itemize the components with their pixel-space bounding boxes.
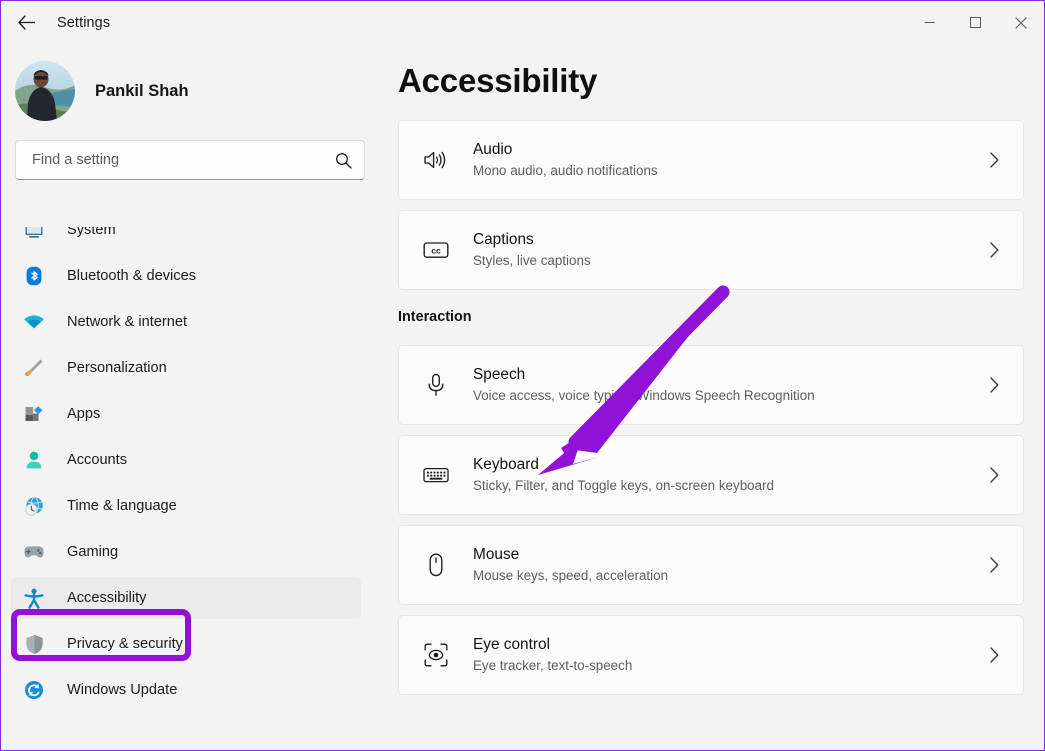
- sidebar-item-time-language[interactable]: Time & language: [11, 485, 361, 527]
- system-icon: [23, 227, 45, 241]
- bluetooth-icon: [23, 265, 45, 287]
- speaker-volume-icon: [419, 143, 453, 177]
- card-title: Eye control: [473, 636, 550, 654]
- sidebar-item-apps[interactable]: Apps: [11, 393, 361, 435]
- card-text: Eye control Eye tracker, text-to-speech: [473, 635, 988, 675]
- back-button[interactable]: [9, 7, 43, 39]
- maximize-icon: [969, 17, 981, 28]
- settings-card-mouse[interactable]: Mouse Mouse keys, speed, acceleration: [398, 525, 1024, 605]
- sidebar-item-network-internet[interactable]: Network & internet: [11, 301, 361, 343]
- chevron-right-icon[interactable]: [988, 150, 1001, 170]
- account-icon: [23, 449, 45, 471]
- card-text: Audio Mono audio, audio notifications: [473, 140, 988, 180]
- search-icon: [335, 152, 352, 169]
- gamepad-icon: [23, 541, 45, 563]
- svg-text:cc: cc: [431, 245, 441, 255]
- close-icon: [1015, 16, 1027, 29]
- sidebar-item-label: Privacy & security: [67, 636, 183, 652]
- card-title: Speech: [473, 366, 526, 384]
- sidebar-item-system[interactable]: System: [11, 227, 361, 251]
- card-subtitle: Sticky, Filter, and Toggle keys, on-scre…: [473, 477, 774, 493]
- card-title: Audio: [473, 141, 513, 159]
- settings-card-keyboard[interactable]: Keyboard Sticky, Filter, and Toggle keys…: [398, 435, 1024, 515]
- search-input[interactable]: [32, 152, 335, 168]
- sidebar-item-accounts[interactable]: Accounts: [11, 439, 361, 481]
- settings-card-list: Audio Mono audio, audio notifications cc: [398, 120, 1024, 290]
- card-text: Mouse Mouse keys, speed, acceleration: [473, 545, 988, 585]
- user-avatar-photo: [15, 61, 75, 121]
- sidebar-item-accessibility[interactable]: Accessibility: [11, 577, 361, 619]
- apps-icon: [23, 403, 45, 425]
- sidebar-item-windows-update[interactable]: Windows Update: [11, 669, 361, 711]
- close-button[interactable]: [998, 1, 1044, 44]
- avatar: [15, 61, 75, 121]
- sidebar-item-gaming[interactable]: Gaming: [11, 531, 361, 573]
- title-bar: Settings: [1, 1, 1044, 44]
- main-content: Accessibility Audio Mono audio, audio no…: [381, 44, 1044, 750]
- microphone-icon: [419, 368, 453, 402]
- update-refresh-icon: [23, 679, 45, 701]
- minimize-icon: [924, 22, 934, 23]
- sidebar-item-privacy-security[interactable]: Privacy & security: [11, 623, 361, 665]
- settings-card-speech[interactable]: Speech Voice access, voice typing, Windo…: [398, 345, 1024, 425]
- chevron-right-icon[interactable]: [988, 465, 1001, 485]
- maximize-button[interactable]: [952, 1, 998, 44]
- card-subtitle: Voice access, voice typing, Windows Spee…: [473, 387, 815, 403]
- settings-card-eye-control[interactable]: Eye control Eye tracker, text-to-speech: [398, 615, 1024, 695]
- shield-icon: [23, 633, 45, 655]
- sidebar-item-label: Gaming: [67, 544, 119, 560]
- keyboard-icon: [419, 458, 453, 492]
- mouse-icon: [419, 548, 453, 582]
- chevron-right-icon[interactable]: [988, 555, 1001, 575]
- card-text: Keyboard Sticky, Filter, and Toggle keys…: [473, 455, 988, 495]
- sidebar-nav: System Bluetooth & devices Network & int…: [1, 227, 381, 750]
- back-arrow-icon: [17, 15, 35, 30]
- sidebar: Pankil Shah Find a setting System Blueto…: [1, 44, 381, 750]
- settings-card-captions[interactable]: cc Captions Styles, live captions: [398, 210, 1024, 290]
- closed-caption-icon: cc: [419, 233, 453, 267]
- card-title: Captions: [473, 231, 534, 249]
- sidebar-item-label: Bluetooth & devices: [67, 268, 196, 284]
- card-subtitle: Styles, live captions: [473, 252, 591, 268]
- sidebar-item-label: Accessibility: [67, 590, 147, 606]
- search-box[interactable]: [15, 140, 365, 180]
- eye-control-icon: [419, 638, 453, 672]
- chevron-right-icon[interactable]: [988, 645, 1001, 665]
- card-subtitle: Eye tracker, text-to-speech: [473, 657, 633, 673]
- settings-card-list-interaction: Speech Voice access, voice typing, Windo…: [398, 345, 1024, 695]
- page-title: Accessibility: [398, 62, 598, 99]
- profile-section[interactable]: Pankil Shah: [1, 44, 381, 122]
- window-controls: [906, 1, 1044, 44]
- paintbrush-icon: [23, 357, 45, 379]
- wifi-icon: [23, 311, 45, 333]
- card-subtitle: Mouse keys, speed, acceleration: [473, 567, 669, 583]
- card-text: Captions Styles, live captions: [473, 230, 988, 270]
- app-title: Settings: [57, 14, 111, 31]
- section-heading-interaction: Interaction: [398, 309, 472, 325]
- sidebar-item-label: Network & internet: [67, 314, 188, 330]
- sidebar-item-label: Time & language: [67, 498, 177, 514]
- sidebar-item-label: System: [67, 227, 116, 238]
- clock-globe-icon: [23, 495, 45, 517]
- accessibility-person-icon: [23, 587, 45, 609]
- sidebar-item-personalization[interactable]: Personalization: [11, 347, 361, 389]
- card-subtitle: Mono audio, audio notifications: [473, 162, 658, 178]
- settings-window: Settings Pankil Shah Find a setting Syst…: [0, 0, 1045, 751]
- card-title: Keyboard: [473, 456, 539, 474]
- card-title: Mouse: [473, 546, 520, 564]
- sidebar-item-label: Personalization: [67, 360, 167, 376]
- settings-card-audio[interactable]: Audio Mono audio, audio notifications: [398, 120, 1024, 200]
- sidebar-item-label: Accounts: [67, 452, 128, 468]
- profile-name: Pankil Shah: [95, 81, 189, 100]
- card-text: Speech Voice access, voice typing, Windo…: [473, 365, 988, 405]
- chevron-right-icon[interactable]: [988, 240, 1001, 260]
- chevron-right-icon[interactable]: [988, 375, 1001, 395]
- sidebar-item-label: Windows Update: [67, 682, 178, 698]
- minimize-button[interactable]: [906, 1, 952, 44]
- sidebar-item-label: Apps: [67, 406, 101, 422]
- sidebar-item-bluetooth-devices[interactable]: Bluetooth & devices: [11, 255, 361, 297]
